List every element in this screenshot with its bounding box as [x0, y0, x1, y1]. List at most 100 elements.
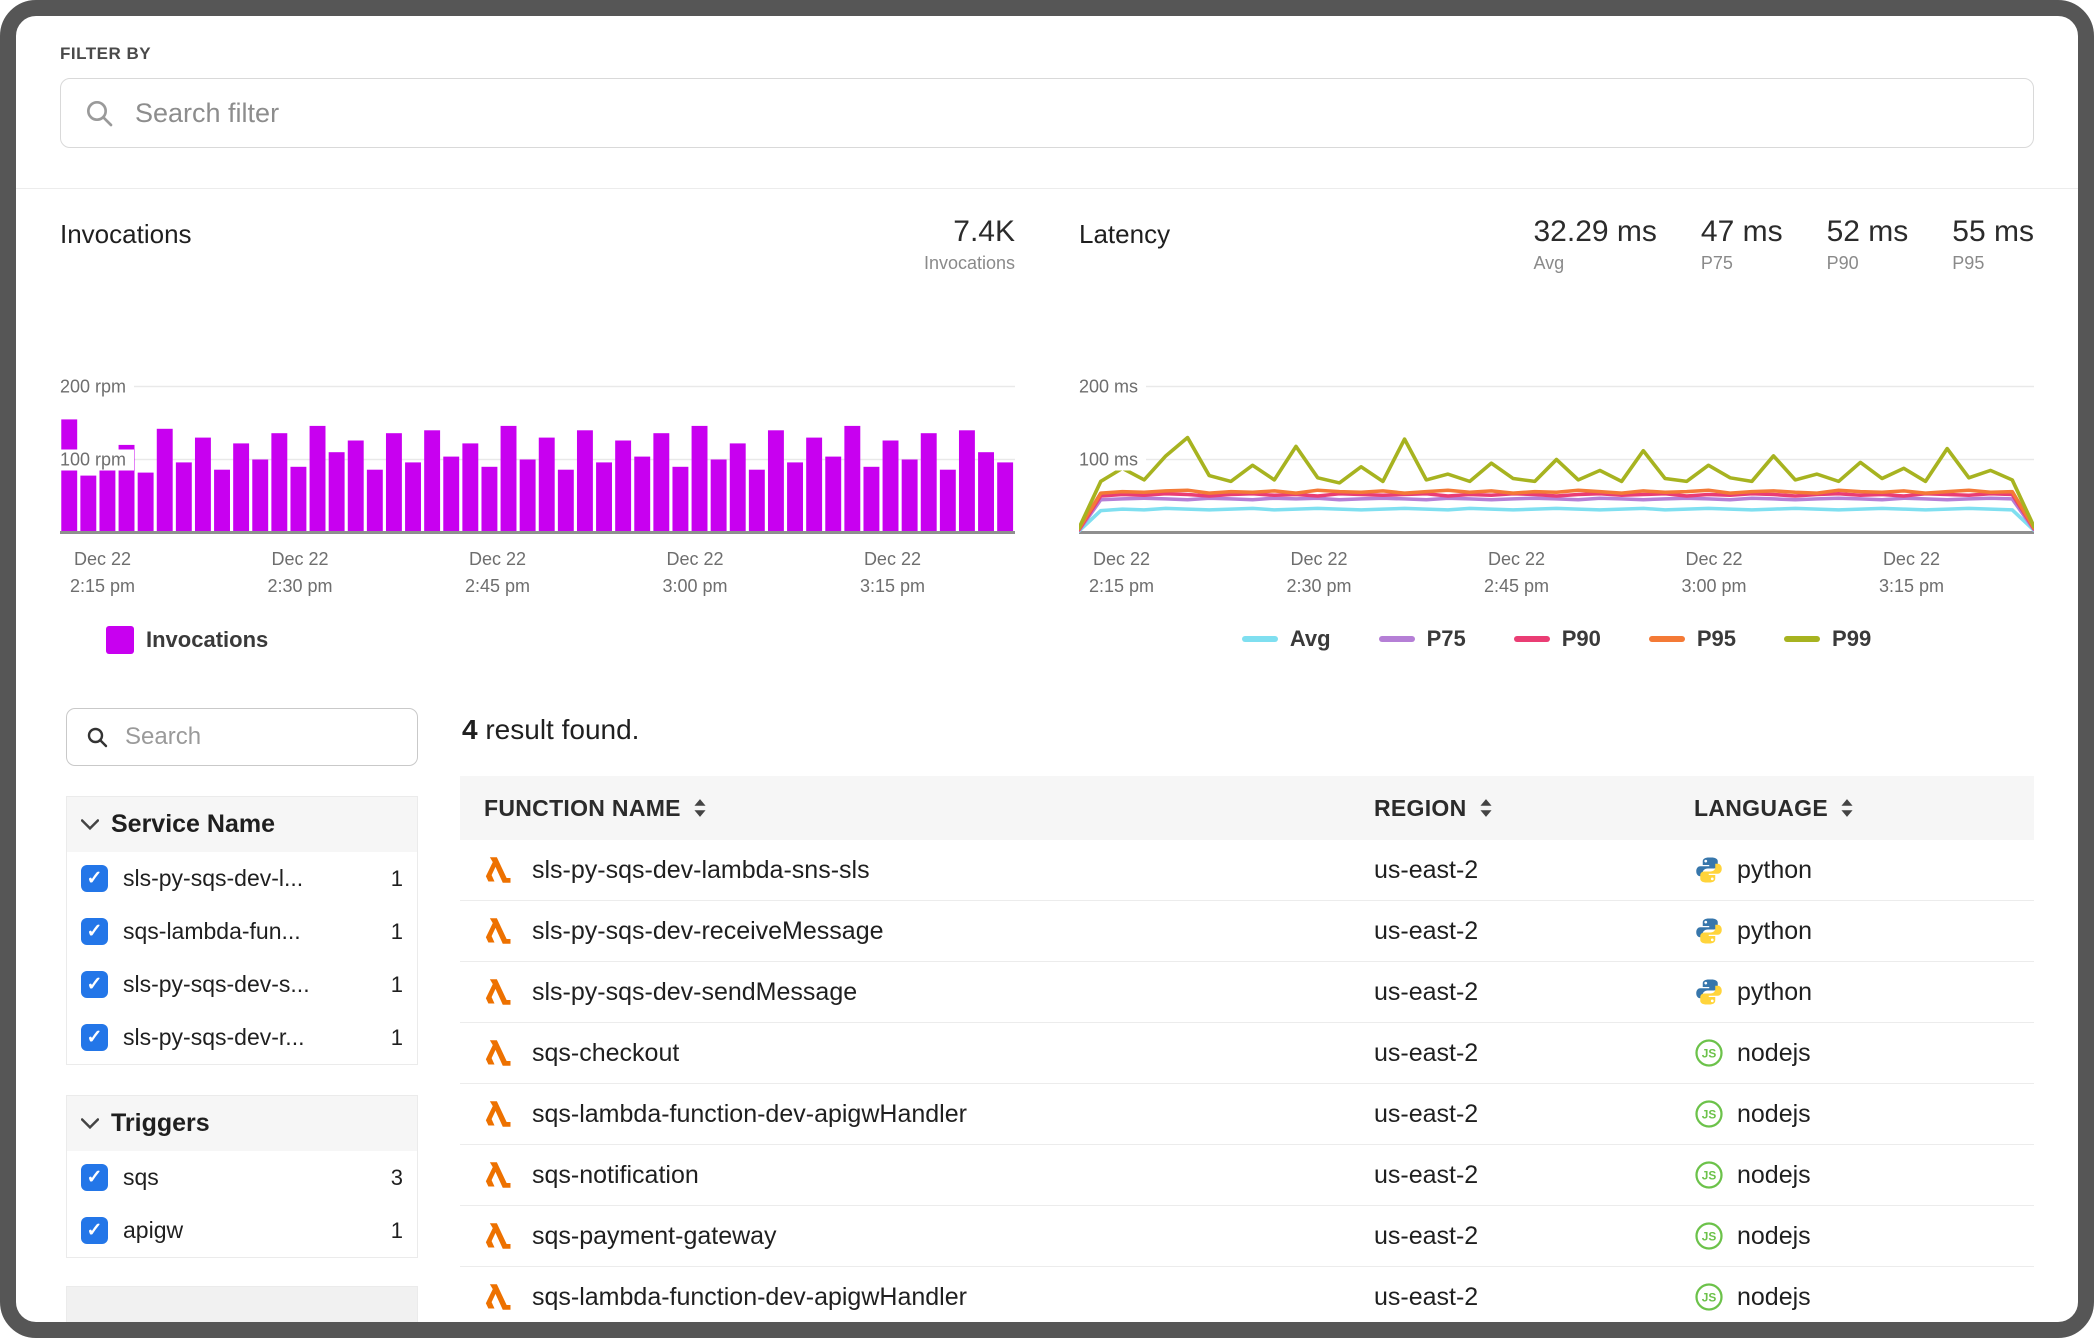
- column-header-language[interactable]: LANGUAGE: [1694, 795, 2034, 822]
- function-language: nodejs: [1737, 1222, 1811, 1251]
- checkbox-checked-icon[interactable]: ✓: [81, 1217, 108, 1244]
- legend-item-avg[interactable]: Avg: [1242, 626, 1331, 652]
- function-name: sqs-payment-gateway: [532, 1222, 777, 1251]
- filter-item-count: 1: [391, 919, 403, 945]
- filter-item[interactable]: ✓ sls-py-sqs-dev-l... 1: [67, 852, 417, 905]
- filter-item-label: sls-py-sqs-dev-l...: [123, 865, 376, 892]
- filters-sidebar: Service Name ✓ sls-py-sqs-dev-l... 1 ✓ s…: [66, 708, 418, 1328]
- checkbox-checked-icon[interactable]: ✓: [81, 1024, 108, 1051]
- lambda-icon: [484, 1099, 514, 1129]
- search-filter-box[interactable]: [60, 78, 2034, 148]
- filter-item-count: 1: [391, 972, 403, 998]
- latency-lines: [1079, 299, 2034, 534]
- legend-item-p75[interactable]: P75: [1379, 626, 1466, 652]
- filter-item[interactable]: ✓ sls-py-sqs-dev-s... 1: [67, 958, 417, 1011]
- section-header[interactable]: Service Name: [67, 797, 417, 852]
- svg-text:JS: JS: [1702, 1047, 1717, 1061]
- table-row[interactable]: sqs-payment-gateway us-east-2 JS nodejs: [460, 1206, 2034, 1267]
- sidebar-search-box[interactable]: [66, 708, 418, 766]
- column-header-region[interactable]: REGION: [1374, 795, 1694, 822]
- legend-label: P75: [1427, 626, 1466, 652]
- sidebar-section: Service Name ✓ sls-py-sqs-dev-l... 1 ✓ s…: [66, 796, 418, 1065]
- filter-item[interactable]: ✓ apigw 1: [67, 1204, 417, 1257]
- invocations-legend[interactable]: Invocations: [106, 626, 1015, 654]
- filter-item-label: sqs: [123, 1164, 376, 1191]
- table-row[interactable]: sls-py-sqs-dev-lambda-sns-sls us-east-2 …: [460, 840, 2034, 901]
- invocations-plot-area: 200 rpm 100 rpm: [60, 299, 1015, 534]
- function-language: nodejs: [1737, 1039, 1811, 1068]
- function-region: us-east-2: [1374, 1222, 1694, 1251]
- filter-item-count: 3: [391, 1165, 403, 1191]
- function-region: us-east-2: [1374, 1039, 1694, 1068]
- x-axis-tick: Dec 222:30 pm: [1286, 546, 1351, 600]
- latency-legend: Avg P75 P90 P95 P99: [1079, 626, 2034, 652]
- function-language: python: [1737, 978, 1812, 1007]
- content-section: Service Name ✓ sls-py-sqs-dev-l... 1 ✓ s…: [16, 654, 2078, 1328]
- sidebar-section-stub: [66, 1286, 418, 1326]
- search-filter-input[interactable]: [133, 97, 2011, 130]
- x-axis-tick: Dec 223:15 pm: [1879, 546, 1944, 600]
- nodejs-icon: JS: [1694, 1038, 1724, 1068]
- lambda-icon: [484, 916, 514, 946]
- result-count-number: 4: [462, 714, 478, 745]
- latency-stats: 32.29 ms Avg 47 ms P75 52 ms P90 55 ms P…: [1533, 215, 2034, 274]
- checkbox-checked-icon[interactable]: ✓: [81, 865, 108, 892]
- filter-by-label: FILTER BY: [60, 44, 2034, 64]
- function-name: sls-py-sqs-dev-sendMessage: [532, 978, 857, 1007]
- section-title: Service Name: [111, 810, 275, 839]
- legend-item-p95[interactable]: P95: [1649, 626, 1736, 652]
- filter-item-count: 1: [391, 1218, 403, 1244]
- filter-item-count: 1: [391, 866, 403, 892]
- function-region: us-east-2: [1374, 1283, 1694, 1312]
- svg-text:JS: JS: [1702, 1169, 1717, 1183]
- function-region: us-east-2: [1374, 856, 1694, 885]
- invocations-legend-swatch: [106, 626, 134, 654]
- legend-swatch: [1784, 636, 1820, 642]
- filter-item[interactable]: ✓ sls-py-sqs-dev-r... 1: [67, 1011, 417, 1064]
- y-tick-200: 200 rpm: [60, 377, 134, 398]
- invocations-total: 7.4K Invocations: [924, 215, 1015, 274]
- table-body: sls-py-sqs-dev-lambda-sns-sls us-east-2 …: [460, 840, 2034, 1328]
- search-icon: [85, 725, 109, 749]
- function-name: sqs-notification: [532, 1161, 699, 1190]
- invocations-x-axis: Dec 222:15 pmDec 222:30 pmDec 222:45 pmD…: [60, 534, 1015, 600]
- invocations-bars: [60, 299, 1015, 534]
- function-name: sqs-lambda-function-dev-apigwHandler: [532, 1283, 967, 1312]
- svg-text:JS: JS: [1702, 1230, 1717, 1244]
- legend-swatch: [1514, 636, 1550, 642]
- svg-text:JS: JS: [1702, 1108, 1717, 1122]
- x-axis-tick: Dec 222:45 pm: [465, 546, 530, 600]
- filter-item[interactable]: ✓ sqs-lambda-fun... 1: [67, 905, 417, 958]
- latency-stat-p75: 47 ms P75: [1701, 215, 1783, 274]
- table-row[interactable]: sqs-lambda-function-dev-apigwHandler us-…: [460, 1084, 2034, 1145]
- legend-item-p90[interactable]: P90: [1514, 626, 1601, 652]
- legend-label: P90: [1562, 626, 1601, 652]
- table-row[interactable]: sqs-notification us-east-2 JS nodejs: [460, 1145, 2034, 1206]
- lambda-icon: [484, 1038, 514, 1068]
- y-tick-100: 100 ms: [1079, 450, 1146, 471]
- legend-swatch: [1649, 636, 1685, 642]
- section-header[interactable]: Triggers: [67, 1096, 417, 1151]
- checkbox-checked-icon[interactable]: ✓: [81, 971, 108, 998]
- column-header-function-name[interactable]: FUNCTION NAME: [460, 795, 1374, 822]
- filter-item[interactable]: ✓ sqs 3: [67, 1151, 417, 1204]
- x-axis-tick: Dec 222:15 pm: [70, 546, 135, 600]
- checkbox-checked-icon[interactable]: ✓: [81, 918, 108, 945]
- column-label: REGION: [1374, 795, 1467, 822]
- checkbox-checked-icon[interactable]: ✓: [81, 1164, 108, 1191]
- table-row[interactable]: sqs-checkout us-east-2 JS nodejs: [460, 1023, 2034, 1084]
- python-icon: [1694, 916, 1724, 946]
- latency-stat-p95: 55 ms P95: [1952, 215, 2034, 274]
- table-row[interactable]: sls-py-sqs-dev-sendMessage us-east-2 pyt…: [460, 962, 2034, 1023]
- function-region: us-east-2: [1374, 978, 1694, 1007]
- table-row[interactable]: sls-py-sqs-dev-receiveMessage us-east-2 …: [460, 901, 2034, 962]
- result-count: 4 result found.: [462, 714, 2034, 746]
- legend-item-p99[interactable]: P99: [1784, 626, 1871, 652]
- y-tick-100: 100 rpm: [60, 450, 134, 471]
- latency-stat-avg: 32.29 ms Avg: [1533, 215, 1656, 274]
- app-window: FILTER BY Invocations 7.4K Invocations 2…: [0, 0, 2094, 1338]
- sidebar-section: Triggers ✓ sqs 3 ✓ apigw 1: [66, 1095, 418, 1258]
- table-row[interactable]: sqs-lambda-function-dev-apigwHandler us-…: [460, 1267, 2034, 1328]
- filter-item-label: sls-py-sqs-dev-r...: [123, 1024, 376, 1051]
- sidebar-search-input[interactable]: [123, 722, 399, 752]
